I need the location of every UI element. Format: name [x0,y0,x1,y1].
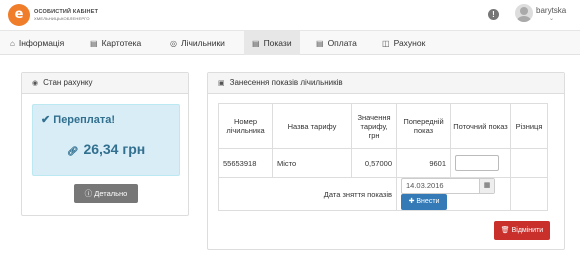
check-icon: ✔ [41,114,51,126]
column-header: Поточний показ [450,103,511,149]
cancel-button[interactable]: 🗑︎ Відмінити [494,221,550,240]
tariff-value: 0,57000 [351,148,397,178]
avatar[interactable] [515,4,533,22]
date-label: Дата зняття показів [218,177,397,211]
logo-title: ОСОБИСТИЙ КАБІНЕТ [34,9,99,15]
username[interactable]: barytska [536,6,566,15]
calendar-icon[interactable]: ▦ [479,179,494,193]
submit-button[interactable]: ✚ Внести [401,194,447,210]
empty-cell [510,177,548,211]
table-header-row: Номер лічильника Назва тарифу Значення т… [218,103,548,149]
date-value: 14.03.2016 [406,181,444,190]
link-icon: 🔗︎ [67,146,79,156]
tariff-name: Місто [272,148,352,178]
status-label: Переплата! [53,114,116,126]
status-title: ✔ Переплата! [41,113,115,126]
logo[interactable]: e [8,4,30,26]
info-icon[interactable]: ! [488,9,499,20]
nav-item-label: Рахунок [393,38,426,48]
info-circle-icon: ⓘ [84,189,93,198]
date-controls-cell: 14.03.2016 ▦ ✚ Внести [396,177,511,211]
details-button-label: Детально [94,189,128,198]
nav-item-label: Оплата [327,38,357,48]
edit-icon: ▣ [218,80,225,87]
card-icon: ▤ [90,39,98,48]
column-header: Назва тарифу [272,103,352,149]
table-row: Дата зняття показів 14.03.2016 ▦ ✚ Внести [218,177,548,211]
nav-item-label: Лічильники [180,38,225,48]
balance-alert: ✔ Переплата! 🔗︎ 26,34 грн [32,104,180,176]
nav-item-label: Інформація [18,38,65,48]
meter-number: 55653918 [218,148,273,178]
previous-reading: 9601 [396,148,451,178]
invoice-icon: ◫ [382,39,390,48]
nav-item-readings[interactable]: ▤ Покази [244,31,300,55]
amount-value: 26,34 грн [83,141,146,157]
logo-subtitle: ХМЕЛЬНИЦЬКОБЛЕНЕРГО [34,16,90,21]
panel-heading: ◉ Стан рахунку [22,73,188,94]
nav-item-card-index[interactable]: ▤ Картотека [90,31,141,55]
column-header: Різниця [510,103,548,149]
readings-panel: ▣ Занесення показів лічильників Номер ліч… [207,72,565,250]
balance-amount: 🔗︎ 26,34 грн [67,141,145,157]
submit-button-label: Внести [416,198,440,205]
nav-item-info[interactable]: ⌂ Інформація [10,31,64,55]
date-input[interactable]: 14.03.2016 ▦ [401,178,495,194]
top-bar: e ОСОБИСТИЙ КАБІНЕТ ХМЕЛЬНИЦЬКОБЛЕНЕРГО … [0,0,580,30]
list-icon: ▤ [252,39,260,48]
main-nav: ⌂ Інформація ▤ Картотека ◎ Лічильники ▤ Пока… [0,30,580,55]
nav-item-label: Картотека [101,38,142,48]
nav-item-invoice[interactable]: ◫ Рахунок [382,31,425,55]
current-reading-cell [450,148,511,178]
table-row: 55653918 Місто 0,57000 9601 [218,148,548,178]
column-header: Попередній показ [396,103,451,149]
dashboard-icon: ◎ [170,39,177,48]
credit-card-icon: ▤ [316,39,324,48]
difference [510,148,548,178]
nav-item-payment[interactable]: ▤ Оплата [316,31,357,55]
current-reading-input[interactable] [455,155,499,171]
panel-heading: ▣ Занесення показів лічильників [208,73,564,94]
chevron-down-icon[interactable]: ⌄ [549,15,554,22]
nav-item-meters[interactable]: ◎ Лічильники [170,31,225,55]
readings-table: Номер лічильника Назва тарифу Значення т… [218,103,548,211]
column-header: Значення тарифу, грн [351,103,397,149]
home-icon: ⌂ [10,39,15,48]
cancel-button-label: Відмінити [511,227,544,234]
panel-title: Стан рахунку [43,78,93,87]
panel-title: Занесення показів лічильників [229,78,343,87]
account-status-panel: ◉ Стан рахунку ✔ Переплата! 🔗︎ 26,34 грн ⓘ… [21,72,189,216]
column-header: Номер лічильника [218,103,273,149]
details-button[interactable]: ⓘ Детально [74,184,138,203]
eye-icon: ◉ [32,80,39,87]
trash-icon: 🗑︎ [500,227,510,234]
nav-item-label: Покази [263,38,292,48]
plus-icon: ✚ [408,198,415,205]
